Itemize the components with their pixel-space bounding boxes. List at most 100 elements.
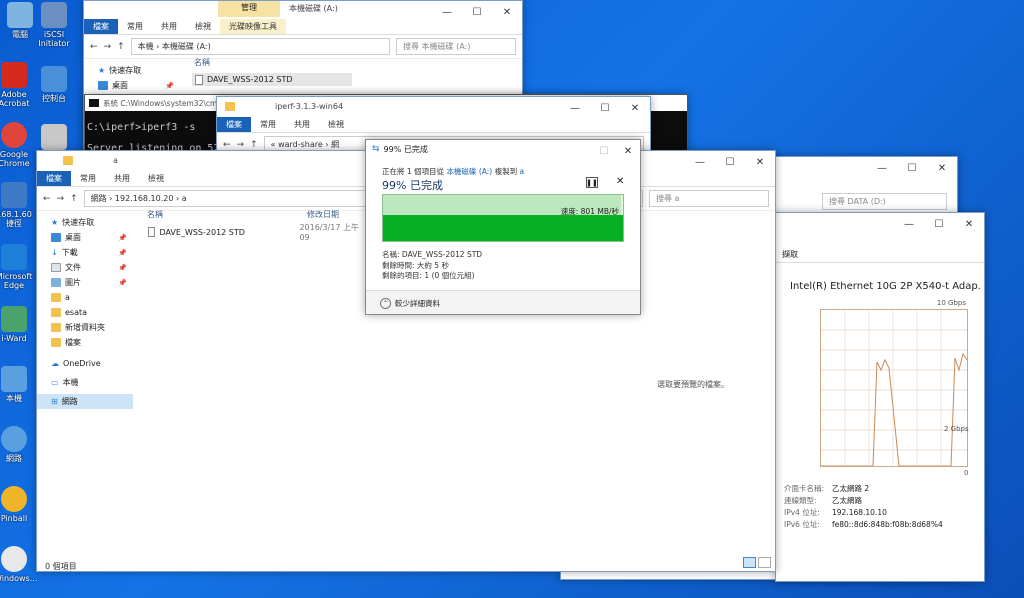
maximize-icon[interactable]: ☐ xyxy=(715,151,745,173)
window-title: iperf-3.1.3-win64 xyxy=(275,101,344,111)
tab-disc-tools[interactable]: 光碟映像工具 xyxy=(220,19,286,34)
file-row[interactable]: DAVE_WSS-2012 STD xyxy=(192,73,352,86)
back-icon[interactable]: ← xyxy=(90,42,98,52)
desktop-icon-file[interactable] xyxy=(34,124,74,152)
close-icon[interactable]: ✕ xyxy=(954,213,984,235)
column-header-name[interactable]: 名稱 xyxy=(194,57,210,68)
pin-icon: 📌 xyxy=(118,248,127,257)
address-bar[interactable]: 本機 › 本機磁碟 (A:) xyxy=(130,38,390,55)
search-input[interactable]: 搜尋 a xyxy=(649,190,769,207)
minimize-icon[interactable]: — xyxy=(894,213,924,235)
desktop-icon-windows[interactable]: Windows... xyxy=(0,546,37,583)
nav-network[interactable]: ⊞ 網路 xyxy=(37,394,133,409)
maximize-icon[interactable]: ☐ xyxy=(924,213,954,235)
up-icon[interactable]: ↑ xyxy=(250,140,258,150)
maximize-icon[interactable]: ☐ xyxy=(897,157,927,179)
iscsi-icon xyxy=(41,2,67,28)
desktop-icon-control-panel[interactable]: 控制台 xyxy=(34,66,74,103)
desktop-icon-user[interactable]: i-Ward xyxy=(0,306,34,343)
desktop-icon-acrobat[interactable]: Adobe Acrobat xyxy=(0,62,34,108)
nav-quick-access[interactable]: ★ 快速存取 xyxy=(84,63,180,78)
minimize-icon[interactable]: — xyxy=(432,1,462,23)
desktop-icon-network[interactable]: 網路 xyxy=(0,426,34,463)
desktop-icon-this-pc[interactable]: 本機 xyxy=(0,366,34,403)
minimize-icon[interactable]: — xyxy=(685,151,715,173)
minimize-icon[interactable]: — xyxy=(560,97,590,119)
column-header-date[interactable]: 修改日期 xyxy=(307,209,339,220)
manage-tab[interactable]: 管理 xyxy=(218,1,280,17)
nav-quick-access[interactable]: ★ 快速存取 xyxy=(37,215,133,230)
tab-file[interactable]: 檔案 xyxy=(84,19,118,34)
destination-link[interactable]: a xyxy=(519,167,524,176)
close-icon[interactable]: ✕ xyxy=(492,1,522,23)
source-link[interactable]: 本機磁碟 (A:) xyxy=(446,167,492,176)
forward-icon[interactable]: → xyxy=(104,42,112,52)
nav-folder-esata[interactable]: esata xyxy=(37,305,133,320)
desktop-icon-iscsi[interactable]: iSCSI Initiator xyxy=(34,2,74,48)
back-icon[interactable]: ← xyxy=(223,140,231,150)
tab-share[interactable]: 共用 xyxy=(105,171,139,186)
copy-progress-dialog[interactable]: ⇆ 99% 已完成 ☐ ✕ 正在將 1 個項目從 本機磁碟 (A:) 複製到 a … xyxy=(365,139,641,315)
maximize-icon[interactable]: ☐ xyxy=(592,140,616,162)
desktop-icon-shortcut[interactable]: 168.1.60 捷徑 xyxy=(0,182,34,228)
nav-this-pc[interactable]: ▭ 本機 xyxy=(37,375,133,390)
tab-view[interactable]: 檢視 xyxy=(139,171,173,186)
tab-file[interactable]: 檔案 xyxy=(37,171,71,186)
close-icon[interactable]: ✕ xyxy=(745,151,775,173)
close-icon[interactable]: ✕ xyxy=(616,140,640,162)
minimize-icon[interactable]: — xyxy=(867,157,897,179)
nav-folder-new[interactable]: 新增資料夾 xyxy=(37,320,133,335)
nav-pictures[interactable]: 圖片 📌 xyxy=(37,275,133,290)
nav-folder-files[interactable]: 檔案 xyxy=(37,335,133,350)
tab-view[interactable]: 檢視 xyxy=(319,117,353,132)
edge-icon xyxy=(1,244,27,270)
maximize-icon[interactable]: ☐ xyxy=(462,1,492,23)
details-view-icon[interactable] xyxy=(743,557,756,568)
tab-home[interactable]: 常用 xyxy=(251,117,285,132)
maximize-icon[interactable]: ☐ xyxy=(590,97,620,119)
preview-pane-text: 選取要預覽的檔案。 xyxy=(657,380,729,389)
nav-documents[interactable]: 文件 📌 xyxy=(37,260,133,275)
monitor-icon xyxy=(1,366,27,392)
cancel-icon[interactable]: ✕ xyxy=(616,176,624,187)
pause-icon[interactable]: ❚❚ xyxy=(586,177,598,188)
shortcut-icon xyxy=(1,182,27,208)
pin-icon: 📌 xyxy=(165,81,174,90)
tab-home[interactable]: 常用 xyxy=(71,171,105,186)
tab-home[interactable]: 常用 xyxy=(118,19,152,34)
column-header-name[interactable]: 名稱 xyxy=(147,209,163,220)
desktop-icon-edge[interactable]: Microsoft Edge xyxy=(0,244,34,290)
back-icon[interactable]: ← xyxy=(43,194,51,204)
menu-capture[interactable]: 擷取 xyxy=(782,250,798,259)
nav-onedrive[interactable]: ☁ OneDrive xyxy=(37,356,133,371)
forward-icon[interactable]: → xyxy=(57,194,65,204)
close-icon[interactable]: ✕ xyxy=(620,97,650,119)
tab-file[interactable]: 檔案 xyxy=(217,117,251,132)
tab-share[interactable]: 共用 xyxy=(152,19,186,34)
download-icon: ↓ xyxy=(51,248,58,257)
desktop-icon-chrome[interactable]: Google Chrome xyxy=(0,122,34,168)
close-icon[interactable]: ✕ xyxy=(927,157,957,179)
user-icon xyxy=(1,306,27,332)
progress-graph: 速度: 801 MB/秒 xyxy=(382,194,624,242)
nav-desktop[interactable]: 桌面 📌 xyxy=(84,78,180,93)
pictures-icon xyxy=(51,278,61,287)
search-input[interactable]: 搜尋 DATA (D:) xyxy=(822,193,947,210)
tab-view[interactable]: 檢視 xyxy=(186,19,220,34)
nav-downloads[interactable]: ↓ 下載 📌 xyxy=(37,245,133,260)
large-icons-view-icon[interactable] xyxy=(758,557,771,568)
fewer-details-button[interactable]: ˄ 較少詳細資料 xyxy=(366,290,640,314)
throughput-graph-svg xyxy=(821,310,968,467)
forward-icon[interactable]: → xyxy=(237,140,245,150)
desktop-folder-icon xyxy=(51,233,61,242)
nav-desktop[interactable]: 桌面 📌 xyxy=(37,230,133,245)
file-row[interactable]: DAVE_WSS-2012 STD 2016/3/17 上午 09 xyxy=(145,223,365,242)
disc-image-icon xyxy=(148,227,156,237)
desktop-icon-pinball[interactable]: Pinball xyxy=(0,486,34,523)
tab-share[interactable]: 共用 xyxy=(285,117,319,132)
task-manager-window[interactable]: — ☐ ✕ 擷取 Intel(R) Ethernet 10G 2P X540-t A… xyxy=(775,212,985,582)
search-input[interactable]: 搜尋 本機磁碟 (A:) xyxy=(396,38,516,55)
up-icon[interactable]: ↑ xyxy=(70,194,78,204)
nav-folder-a[interactable]: a xyxy=(37,290,133,305)
up-icon[interactable]: ↑ xyxy=(117,42,125,52)
